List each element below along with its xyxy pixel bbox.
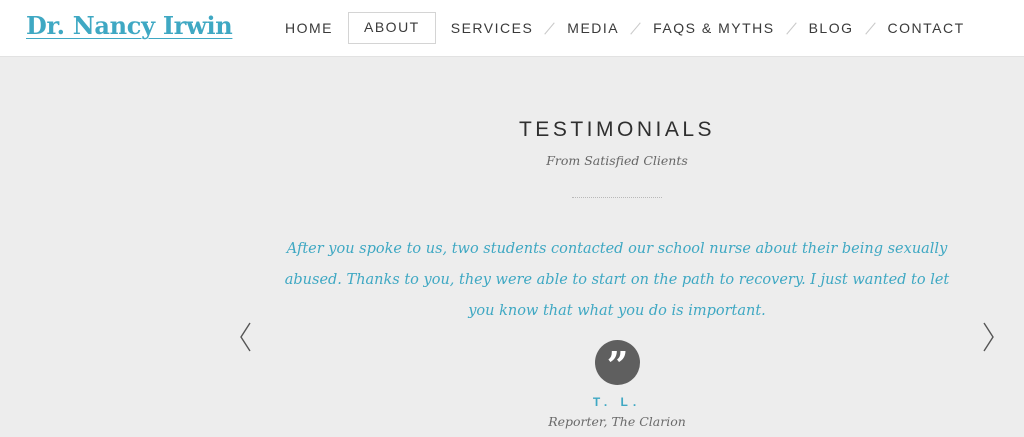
nav-faqs-myths[interactable]: FAQS & MYTHS xyxy=(642,13,785,43)
testimonial-author-role: Reporter, The Clarion xyxy=(548,414,686,429)
testimonial-author: T. L. xyxy=(592,395,642,409)
nav-services[interactable]: SERVICES xyxy=(440,13,545,43)
nav-separator xyxy=(787,21,797,35)
carousel-next-button[interactable] xyxy=(977,320,1001,354)
chevron-right-icon xyxy=(983,322,994,352)
carousel-prev-button[interactable] xyxy=(234,320,258,354)
section-subtitle: From Satisfied Clients xyxy=(546,153,688,168)
nav-blog[interactable]: BLOG xyxy=(798,13,865,43)
nav-separator xyxy=(631,21,641,35)
chevron-left-icon xyxy=(240,322,251,352)
quote-glyph: ” xyxy=(606,343,629,388)
nav-separator xyxy=(545,21,555,35)
section-divider xyxy=(572,197,662,198)
nav-home[interactable]: HOME xyxy=(274,13,344,43)
main-nav: HOME ABOUT SERVICES MEDIA FAQS & MYTHS B… xyxy=(274,12,976,44)
section-title: TESTIMONIALS xyxy=(518,118,716,141)
site-logo[interactable]: Dr. Nancy Irwin xyxy=(26,11,233,40)
nav-contact[interactable]: CONTACT xyxy=(877,13,976,43)
nav-separator xyxy=(866,21,876,35)
nav-about[interactable]: ABOUT xyxy=(348,12,436,44)
quote-icon: ” xyxy=(595,340,640,388)
site-header: Dr. Nancy Irwin HOME ABOUT SERVICES MEDI… xyxy=(0,0,1024,57)
testimonial-quote: After you spoke to us, two students cont… xyxy=(284,241,950,319)
nav-media[interactable]: MEDIA xyxy=(556,13,630,43)
